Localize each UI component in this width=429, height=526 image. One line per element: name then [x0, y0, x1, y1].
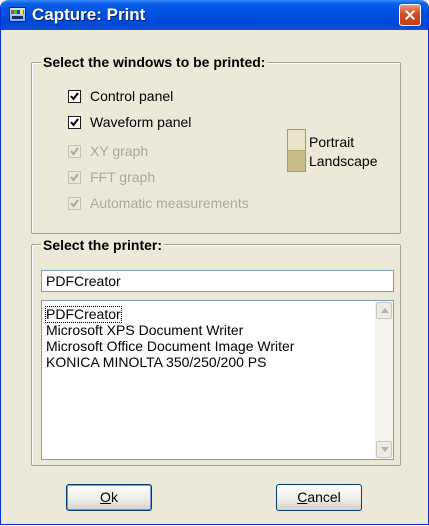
- printer-name-input[interactable]: [41, 270, 394, 292]
- landscape-label[interactable]: Landscape: [309, 153, 378, 169]
- printer-list-item[interactable]: Microsoft XPS Document Writer: [46, 323, 243, 338]
- fft-graph-checkbox[interactable]: [68, 171, 81, 184]
- page-orientation-toggle[interactable]: [287, 129, 306, 172]
- checkmark-icon: [70, 173, 79, 182]
- control-panel-label: Control panel: [90, 88, 174, 104]
- checkmark-icon: [70, 118, 79, 127]
- cancel-label: ancel: [307, 489, 341, 505]
- capture-print-dialog: Capture: Print Select the windows to be …: [0, 0, 429, 525]
- printer-list-item[interactable]: KONICA MINOLTA 350/250/200 PS: [46, 355, 266, 370]
- ok-label: k: [110, 489, 118, 505]
- listbox-scrollbar[interactable]: [375, 301, 393, 459]
- control-panel-checkbox[interactable]: [68, 90, 81, 103]
- printer-group-title: Select the printer:: [41, 237, 165, 253]
- scroll-down-button[interactable]: [376, 441, 392, 458]
- scroll-up-button[interactable]: [376, 302, 392, 319]
- portrait-label[interactable]: Portrait: [309, 134, 354, 150]
- waveform-panel-checkbox[interactable]: [68, 116, 81, 129]
- app-window-icon: [9, 7, 26, 22]
- arrow-down-icon: [381, 447, 389, 452]
- ok-button[interactable]: Ok: [66, 484, 152, 511]
- printer-list-item[interactable]: PDFCreator: [45, 306, 122, 323]
- xy-graph-checkbox[interactable]: [68, 145, 81, 158]
- waveform-panel-label: Waveform panel: [90, 114, 192, 130]
- automatic-measurements-label: Automatic measurements: [90, 195, 249, 211]
- ok-accelerator: O: [100, 489, 111, 505]
- printer-list-item[interactable]: Microsoft Office Document Image Writer: [46, 339, 294, 354]
- dialog-title: Capture: Print: [32, 5, 146, 24]
- printer-listbox[interactable]: PDFCreator Microsoft XPS Document Writer…: [41, 300, 394, 460]
- windows-group-title: Select the windows to be printed:: [41, 54, 268, 70]
- checkmark-icon: [70, 199, 79, 208]
- xy-graph-label: XY graph: [90, 143, 149, 159]
- cancel-accelerator: C: [297, 489, 308, 505]
- fft-graph-label: FFT graph: [90, 169, 156, 185]
- close-button[interactable]: [399, 4, 421, 26]
- title-bar[interactable]: Capture: Print: [1, 0, 428, 30]
- checkmark-icon: [70, 92, 79, 101]
- checkmark-icon: [70, 147, 79, 156]
- cancel-button[interactable]: Cancel: [276, 484, 362, 511]
- automatic-measurements-checkbox[interactable]: [68, 197, 81, 210]
- arrow-up-icon: [381, 308, 389, 313]
